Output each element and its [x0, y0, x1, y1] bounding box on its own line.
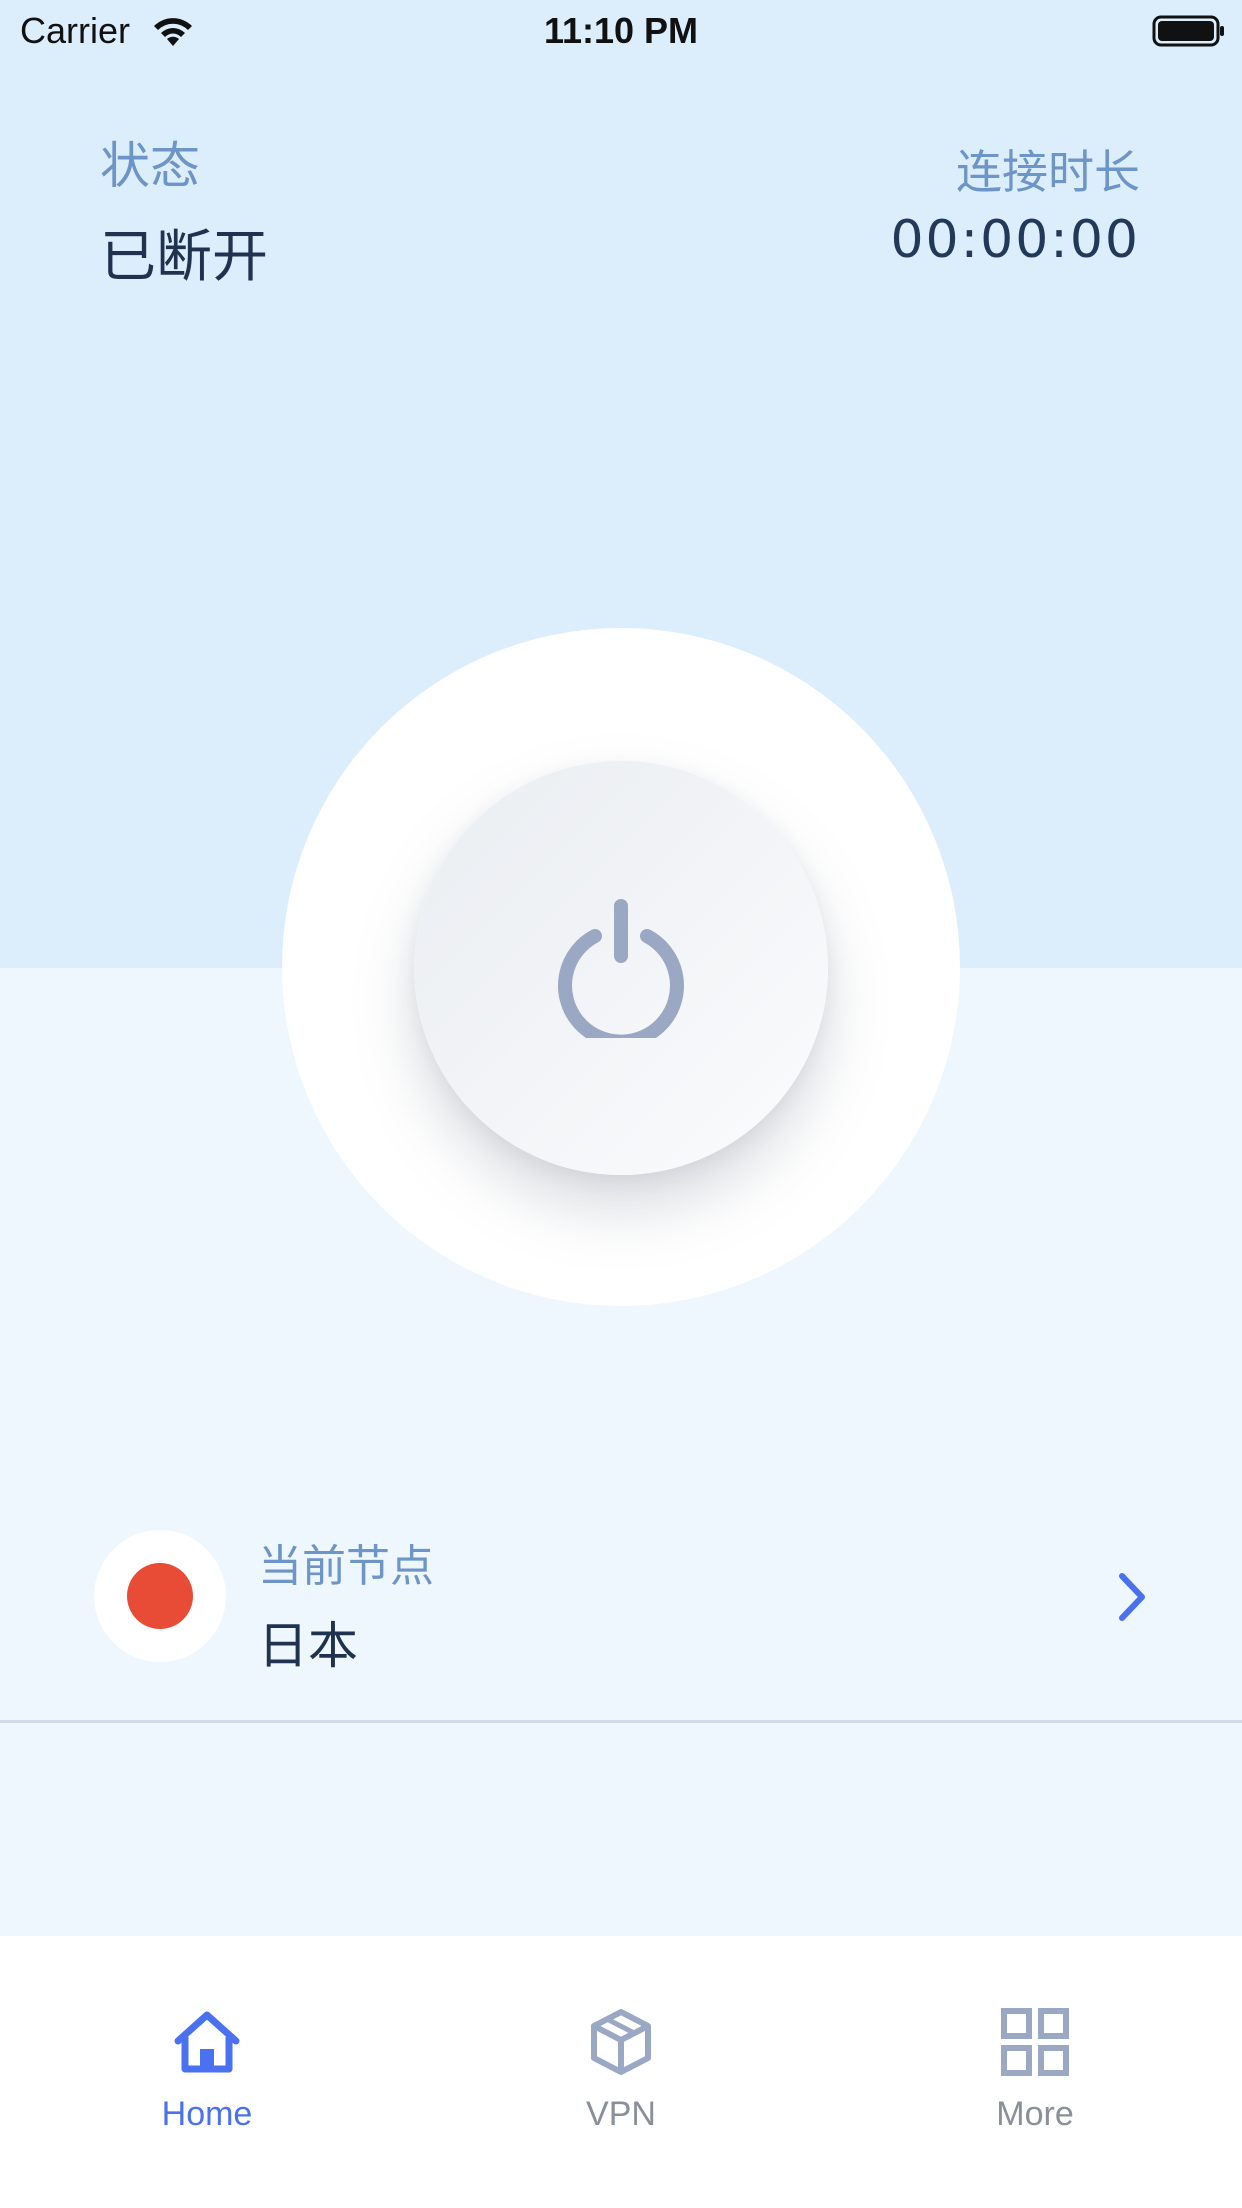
status-time: 11:10 PM	[543, 10, 699, 51]
tab-more-label: More	[996, 2095, 1074, 2133]
connection-status-value: 已断开	[100, 225, 268, 290]
tab-vpn[interactable]: VPN	[414, 1936, 828, 2136]
tab-home-label: Home	[161, 2095, 253, 2133]
home-icon	[174, 2011, 240, 2073]
current-node-name: 日本	[258, 1617, 358, 1675]
chevron-right-icon	[1119, 1573, 1145, 1621]
tab-home[interactable]: Home	[0, 1936, 414, 2136]
power-button[interactable]	[414, 761, 828, 1175]
tab-more[interactable]: More	[828, 1936, 1242, 2136]
current-node-row[interactable]: 当前节点 日本	[0, 1510, 1242, 1722]
current-node-label: 当前节点	[258, 1541, 434, 1592]
grid-icon	[1001, 2008, 1069, 2076]
node-flag	[94, 1530, 226, 1662]
tab-bar: Home VPN More	[0, 1936, 1242, 2208]
battery-icon	[1152, 15, 1224, 47]
cube-icon	[591, 2009, 651, 2075]
power-icon	[558, 899, 684, 1038]
divider	[0, 1720, 1242, 1723]
connection-duration-value: 00:00:00	[890, 210, 1140, 270]
connection-duration-label: 连接时长	[956, 145, 1140, 199]
japan-flag-icon	[127, 1563, 193, 1629]
tab-vpn-label: VPN	[586, 2095, 656, 2133]
status-bar: Carrier 11:10 PM	[0, 0, 1242, 62]
connection-status-label: 状态	[100, 137, 200, 195]
